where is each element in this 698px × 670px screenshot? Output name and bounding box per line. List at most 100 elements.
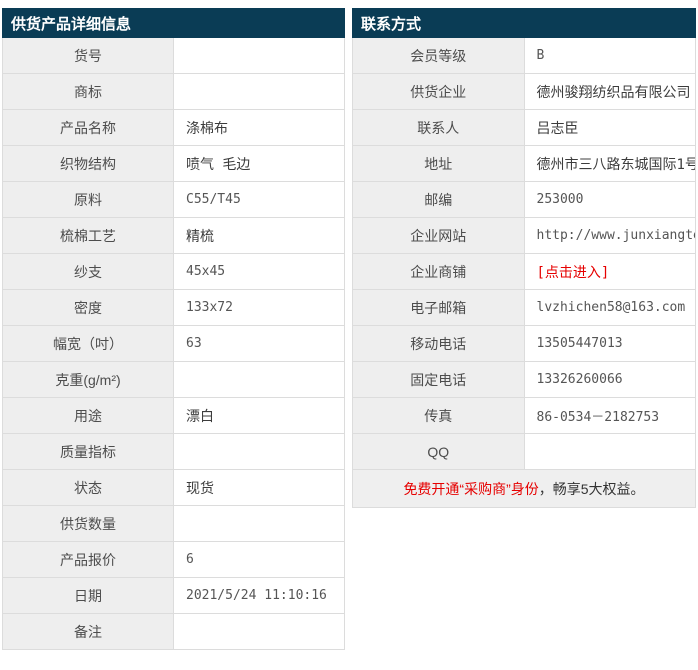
promo-footer-text: ，畅享5大权益。 (538, 480, 645, 497)
product-details-title: 供货产品详细信息 (2, 8, 345, 38)
row-value: 漂白 (173, 397, 345, 434)
table-row: 日期 2021/5/24 11:10:16 (2, 577, 345, 614)
table-row: 备注 (2, 613, 345, 650)
table-row: 产品报价 6 (2, 541, 345, 578)
table-row: 固定电话 13326260066 (352, 361, 696, 398)
row-value: http://www.junxiangtex.com/ (523, 217, 696, 254)
row-value: C55/T45 (173, 181, 345, 218)
row-value (523, 433, 696, 470)
row-label: 供货数量 (2, 505, 174, 542)
row-value (173, 73, 345, 110)
table-row: QQ (352, 433, 696, 470)
row-label: QQ (352, 433, 525, 470)
row-label: 固定电话 (352, 361, 525, 398)
row-label: 供货企业 (352, 73, 525, 110)
promo-footer: 免费开通“采购商”身份，畅享5大权益。 (352, 469, 696, 508)
row-label: 用途 (2, 397, 174, 434)
row-label: 原料 (2, 181, 174, 218)
table-row: 梳棉工艺 精梳 (2, 217, 345, 254)
table-row: 联系人 吕志臣 (352, 109, 696, 146)
contact-info-title: 联系方式 (352, 8, 696, 38)
row-value (173, 505, 345, 542)
row-value (173, 613, 345, 650)
row-label: 企业商铺 (352, 253, 525, 290)
row-label: 质量指标 (2, 433, 174, 470)
row-label: 密度 (2, 289, 174, 326)
row-value (173, 361, 345, 398)
row-label: 梳棉工艺 (2, 217, 174, 254)
table-row: 纱支 45x45 (2, 253, 345, 290)
row-value (173, 433, 345, 470)
promo-footer-row: 免费开通“采购商”身份，畅享5大权益。 (352, 469, 696, 508)
row-value (173, 37, 345, 74)
row-value: 63 (173, 325, 345, 362)
row-label: 联系人 (352, 109, 525, 146)
row-value: 喷气 毛边 (173, 145, 345, 182)
row-label: 备注 (2, 613, 174, 650)
row-label: 移动电话 (352, 325, 525, 362)
page: 供货产品详细信息 货号 商标 产品名称 涤棉布 织物结构 喷气 毛边 原料 C55/T45 梳棉… (0, 0, 698, 670)
row-value: 吕志臣 (523, 109, 696, 146)
row-label: 企业网站 (352, 217, 525, 254)
table-row: 幅宽（吋） 63 (2, 325, 345, 362)
table-row: 质量指标 (2, 433, 345, 470)
table-row: 供货企业 德州骏翔纺织品有限公司 (352, 73, 696, 110)
shop-enter-link[interactable]: [点击进入] (523, 253, 696, 290)
table-row: 供货数量 (2, 505, 345, 542)
row-value: 2021/5/24 11:10:16 (173, 577, 345, 614)
row-value: 45x45 (173, 253, 345, 290)
row-value: 13326260066 (523, 361, 696, 398)
table-row: 会员等级 B (352, 37, 696, 74)
table-row: 电子邮箱 lvzhichen58@163.com (352, 289, 696, 326)
product-details-panel: 供货产品详细信息 货号 商标 产品名称 涤棉布 织物结构 喷气 毛边 原料 C55/T45 梳棉… (2, 8, 345, 650)
table-row: 密度 133x72 (2, 289, 345, 326)
row-value: 253000 (523, 181, 696, 218)
contact-info-panel: 联系方式 会员等级 B 供货企业 德州骏翔纺织品有限公司 联系人 吕志臣 地址 德州市三八路东… (352, 8, 696, 508)
table-row: 产品名称 涤棉布 (2, 109, 345, 146)
table-row: 传真 86-0534－2182753 (352, 397, 696, 434)
row-value: 6 (173, 541, 345, 578)
table-row: 移动电话 13505447013 (352, 325, 696, 362)
contact-info-table: 联系方式 会员等级 B 供货企业 德州骏翔纺织品有限公司 联系人 吕志臣 地址 德州市三八路东… (352, 8, 696, 508)
row-label: 会员等级 (352, 37, 525, 74)
table-row: 商标 (2, 73, 345, 110)
table-row: 原料 C55/T45 (2, 181, 345, 218)
row-value: 德州骏翔纺织品有限公司 (523, 73, 696, 110)
table-row: 状态 现货 (2, 469, 345, 506)
row-label: 货号 (2, 37, 174, 74)
table-row: 企业网站http://www.junxiangtex.com/ (352, 217, 696, 254)
product-details-table: 供货产品详细信息 货号 商标 产品名称 涤棉布 织物结构 喷气 毛边 原料 C55/T45 梳棉… (2, 8, 345, 650)
row-label: 产品报价 (2, 541, 174, 578)
row-value: 13505447013 (523, 325, 696, 362)
row-value: 涤棉布 (173, 109, 345, 146)
table-row: 地址德州市三八路东城国际1号楼2单元15层 (352, 145, 696, 182)
row-label: 织物结构 (2, 145, 174, 182)
row-label: 产品名称 (2, 109, 174, 146)
table-row: 邮编 253000 (352, 181, 696, 218)
row-label: 传真 (352, 397, 525, 434)
row-label: 幅宽（吋） (2, 325, 174, 362)
row-label: 商标 (2, 73, 174, 110)
row-value: 133x72 (173, 289, 345, 326)
table-row: 企业商铺 [点击进入] (352, 253, 696, 290)
buyer-signup-link[interactable]: 免费开通“采购商”身份 (403, 481, 538, 497)
row-label: 邮编 (352, 181, 525, 218)
table-row: 货号 (2, 37, 345, 74)
row-value: 精梳 (173, 217, 345, 254)
table-header-row: 联系方式 (352, 8, 696, 38)
row-value: B (523, 37, 696, 74)
row-label: 日期 (2, 577, 174, 614)
row-label: 克重(g/m²) (2, 361, 174, 398)
table-header-row: 供货产品详细信息 (2, 8, 345, 38)
row-value: 现货 (173, 469, 345, 506)
table-row: 用途 漂白 (2, 397, 345, 434)
table-row: 织物结构 喷气 毛边 (2, 145, 345, 182)
row-label: 地址 (352, 145, 525, 182)
row-label: 状态 (2, 469, 174, 506)
row-value: lvzhichen58@163.com (523, 289, 696, 326)
row-value: 86-0534－2182753 (523, 397, 696, 434)
row-label: 纱支 (2, 253, 174, 290)
row-value: 德州市三八路东城国际1号楼2单元15层 (523, 145, 696, 182)
table-row: 克重(g/m²) (2, 361, 345, 398)
row-label: 电子邮箱 (352, 289, 525, 326)
